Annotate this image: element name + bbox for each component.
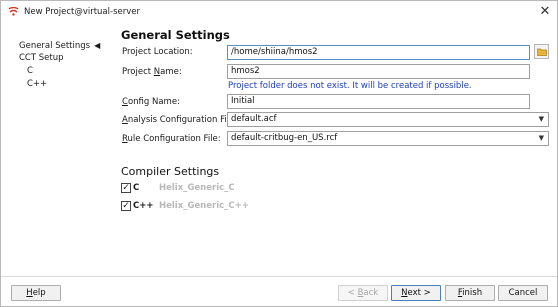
new-project-dialog: New Project@virtual-server ✕ General Set… [0, 0, 558, 307]
window-title: New Project@virtual-server [24, 7, 140, 17]
compiler-label: C++ [133, 201, 154, 211]
button-label: inish [462, 288, 483, 298]
button-label: elp [32, 288, 46, 298]
nav-item-label: General Settings [19, 41, 91, 51]
button-label: ext > [407, 288, 431, 298]
field-value: Initial [231, 96, 255, 106]
label-text: nalysis Configuration File: [127, 115, 238, 125]
label-text: Project Location: [122, 47, 193, 57]
nav-item-cpp[interactable]: C++ [19, 78, 114, 91]
dialog-footer: Help < Back Next > Finish Cancel [1, 276, 557, 306]
dropdown-value: default-critbug-en_US.rcf [231, 133, 338, 143]
label-text: ame: [160, 67, 182, 77]
compiler-settings-heading: Compiler Settings [121, 165, 220, 178]
nav-item-label: CCT Setup [19, 53, 64, 63]
rule-config-dropdown[interactable]: default-critbug-en_US.rcf ▼ [227, 131, 549, 146]
analysis-config-label: Analysis Configuration File: [122, 115, 237, 125]
label-text: onfig Name: [127, 97, 180, 107]
settings-nav: General Settings ◀ CCT Setup C C++ [19, 39, 114, 91]
field-value: /home/shiina/hmos2 [231, 47, 318, 57]
dropdown-value: default.acf [231, 114, 277, 124]
project-name-label: Project Name: [122, 67, 182, 77]
nav-item-label: C [27, 66, 33, 76]
finish-button[interactable]: Finish [445, 285, 495, 301]
back-button[interactable]: < Back [338, 285, 388, 301]
config-name-field[interactable]: Initial [227, 94, 530, 109]
field-value: hmos2 [231, 66, 260, 76]
config-name-label: Config Name: [122, 97, 180, 107]
selected-arrow-icon: ◀ [94, 41, 101, 50]
c-compiler-checkbox[interactable]: ✓ [121, 183, 131, 193]
analysis-config-dropdown[interactable]: default.acf ▼ [227, 112, 549, 127]
label-text: ule Configuration File: [127, 134, 221, 144]
nav-item-cct-setup[interactable]: CCT Setup [19, 52, 114, 65]
project-name-field[interactable]: hmos2 [227, 64, 530, 79]
label-text: Project [122, 67, 154, 77]
title-bar: New Project@virtual-server ✕ [1, 1, 557, 23]
button-label: ack [363, 288, 379, 298]
project-location-label: Project Location: [122, 47, 193, 57]
compiler-label: C [133, 183, 140, 193]
page-title: General Settings [121, 28, 230, 42]
button-label: < [347, 288, 358, 298]
nav-item-c[interactable]: C [19, 65, 114, 78]
chevron-down-icon: ▼ [538, 134, 544, 142]
info-message: Project folder does not exist. It will b… [228, 81, 472, 91]
nav-item-general-settings[interactable]: General Settings ◀ [19, 39, 114, 52]
rule-config-label: Rule Configuration File: [122, 134, 221, 144]
nav-item-label: C++ [27, 79, 48, 89]
cpp-compiler-checkbox[interactable]: ✓ [121, 201, 131, 211]
close-icon[interactable]: ✕ [537, 4, 553, 20]
compiler-value: Helix_Generic_C++ [159, 201, 249, 211]
help-button[interactable]: Help [11, 285, 61, 301]
folder-icon [537, 48, 547, 56]
compiler-value: Helix_Generic_C [159, 183, 235, 193]
chevron-down-icon: ▼ [538, 115, 544, 123]
cancel-button[interactable]: Cancel [498, 285, 548, 301]
browse-folder-button[interactable] [534, 44, 549, 59]
next-button[interactable]: Next > [391, 285, 441, 301]
project-location-field[interactable]: /home/shiina/hmos2 [227, 45, 530, 60]
app-icon [8, 6, 19, 16]
